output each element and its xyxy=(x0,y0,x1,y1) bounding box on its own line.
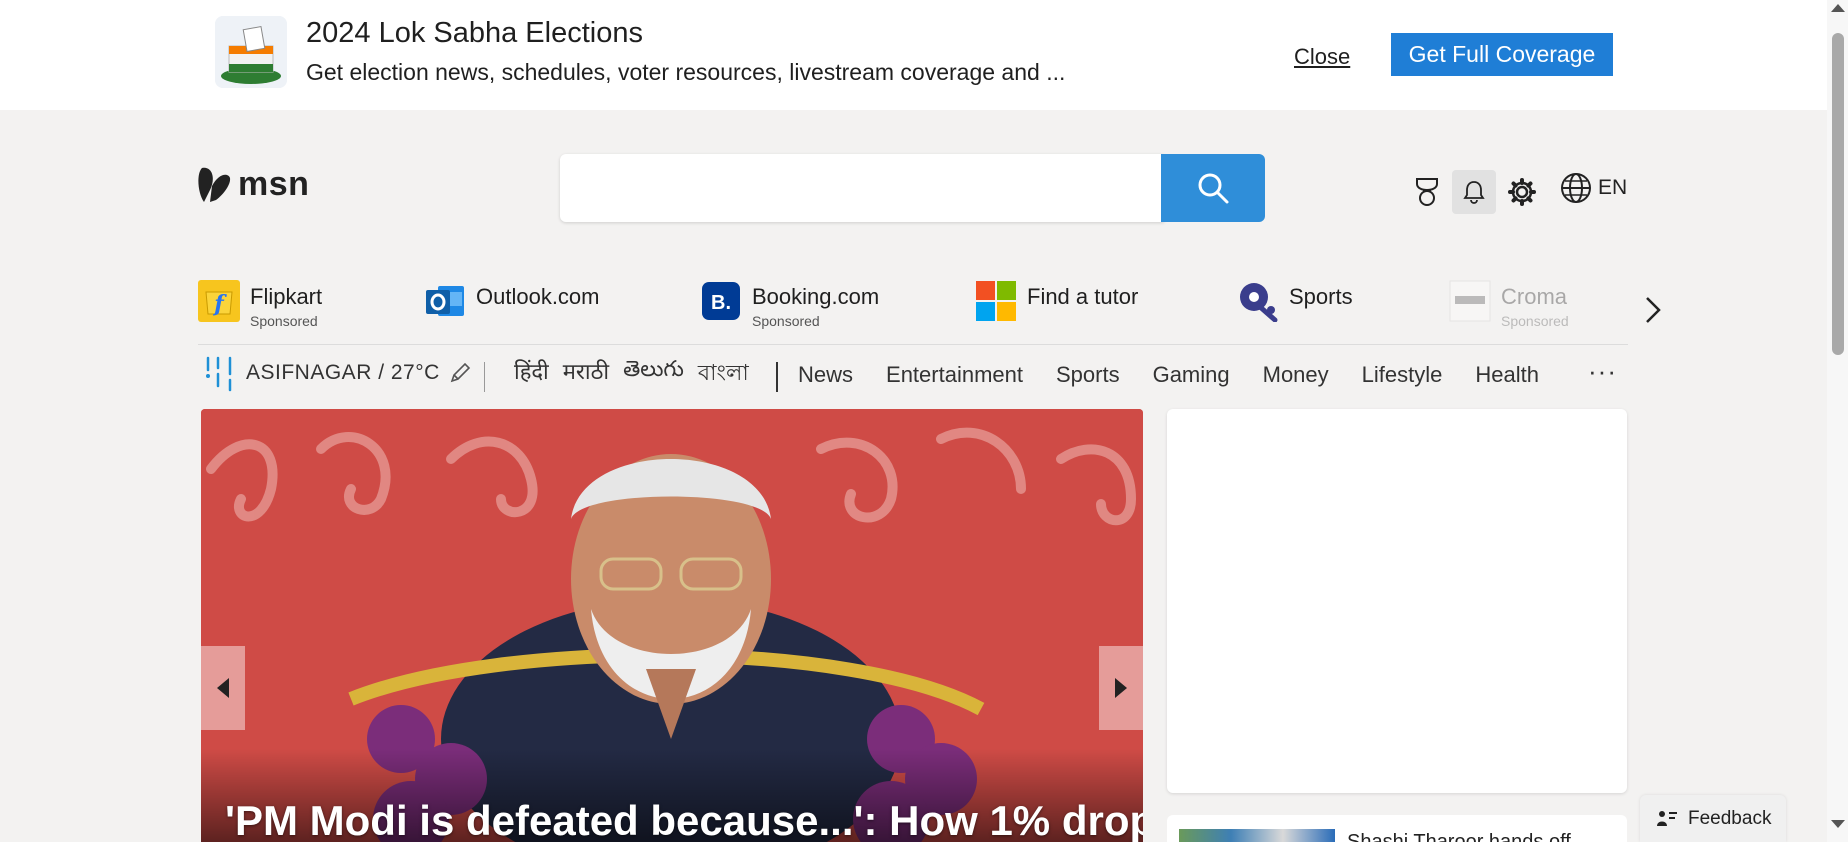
carousel-next-button[interactable] xyxy=(1099,646,1143,730)
svg-text:B.: B. xyxy=(711,292,731,314)
rewards-icon[interactable] xyxy=(1405,170,1449,214)
caret-right-icon xyxy=(1115,678,1127,698)
nav-items: News Entertainment Sports Gaming Money L… xyxy=(798,362,1572,388)
search-button[interactable] xyxy=(1161,154,1265,222)
msn-logo[interactable]: msn xyxy=(198,164,309,204)
quicklink-label: Outlook.com xyxy=(476,284,600,309)
hero-image xyxy=(201,409,1143,842)
sports-icon xyxy=(1240,283,1278,322)
scroll-down-arrow-icon[interactable] xyxy=(1831,820,1845,828)
sponsored-tag: Sponsored xyxy=(1501,313,1569,329)
quicklink-label: Croma xyxy=(1501,284,1568,309)
bell-icon[interactable] xyxy=(1452,170,1496,214)
nav-item-health[interactable]: Health xyxy=(1475,362,1539,388)
separator xyxy=(484,362,485,392)
search-input[interactable] xyxy=(560,154,1164,222)
banner-subtitle: Get election news, schedules, voter reso… xyxy=(306,59,1066,85)
quicklink-flipkart[interactable]: f Flipkart Sponsored xyxy=(198,280,322,328)
nav-item-gaming[interactable]: Gaming xyxy=(1153,362,1230,388)
language-selector[interactable]: EN xyxy=(1560,172,1627,204)
quicklink-find-a-tutor[interactable]: Find a tutor xyxy=(975,280,1138,322)
quicklink-booking[interactable]: B. Booking.com Sponsored xyxy=(700,280,879,328)
pencil-icon[interactable] xyxy=(448,361,472,385)
nav-item-money[interactable]: Money xyxy=(1263,362,1329,388)
outlook-icon xyxy=(426,286,464,316)
scroll-up-arrow-icon[interactable] xyxy=(1831,4,1845,12)
quicklink-label: Sports xyxy=(1289,284,1353,309)
scroll-thumb[interactable] xyxy=(1832,33,1844,355)
language-link-telugu[interactable]: తెలుగు xyxy=(623,356,684,393)
sponsored-tag: Sponsored xyxy=(250,313,318,329)
croma-icon xyxy=(1449,280,1491,322)
rain-icon xyxy=(206,356,232,392)
weather-widget[interactable]: ASIFNAGAR / 27°C xyxy=(204,354,472,392)
nav-item-entertainment[interactable]: Entertainment xyxy=(886,362,1023,388)
ballot-box-icon xyxy=(215,16,287,88)
caret-left-icon xyxy=(217,678,229,698)
nav-item-sports[interactable]: Sports xyxy=(1056,362,1120,388)
election-banner: 2024 Lok Sabha Elections Get election ne… xyxy=(0,0,1827,110)
language-code: EN xyxy=(1598,176,1628,199)
language-link-marathi[interactable]: मराठी xyxy=(563,356,609,393)
hero-headline[interactable]: 'PM Modi is defeated because...': How 1%… xyxy=(225,797,1143,842)
news-card[interactable]: Shashi Tharoor hands off xyxy=(1167,815,1627,842)
hero-carousel[interactable]: 'PM Modi is defeated because...': How 1%… xyxy=(201,409,1143,842)
language-links: हिंदी मराठी తెలుగు বাংলা xyxy=(514,356,749,393)
feedback-label: Feedback xyxy=(1688,807,1772,829)
nav-item-lifestyle[interactable]: Lifestyle xyxy=(1362,362,1443,388)
microsoft-icon xyxy=(976,281,1016,321)
weather-location-temp: ASIFNAGAR / 27°C xyxy=(246,361,440,384)
language-link-bengali[interactable]: বাংলা xyxy=(698,356,749,393)
globe-icon xyxy=(1561,173,1591,203)
carousel-prev-button[interactable] xyxy=(201,646,245,730)
vertical-scrollbar[interactable] xyxy=(1827,0,1848,842)
butterfly-icon xyxy=(198,167,231,202)
ad-panel xyxy=(1167,409,1627,793)
quicklink-label: Find a tutor xyxy=(1027,284,1139,309)
search-icon xyxy=(1198,173,1229,204)
banner-title: 2024 Lok Sabha Elections xyxy=(306,17,643,49)
get-full-coverage-button[interactable]: Get Full Coverage xyxy=(1391,33,1613,76)
quicklink-croma[interactable]: Croma Sponsored xyxy=(1449,280,1569,328)
logo-text: msn xyxy=(238,164,310,203)
more-menu-button[interactable]: ··· xyxy=(1588,356,1617,387)
chevron-right-icon[interactable] xyxy=(1641,292,1665,328)
quicklink-outlook[interactable]: Outlook.com xyxy=(424,280,600,322)
quicklink-sports[interactable]: Sports xyxy=(1237,280,1353,322)
news-card-title: Shashi Tharoor hands off xyxy=(1347,831,1571,842)
quicklink-label: Flipkart xyxy=(250,284,323,309)
feedback-button[interactable]: Feedback xyxy=(1640,795,1786,842)
quicklinks-bar: f Flipkart Sponsored Outlook.com B. Book… xyxy=(198,280,1628,344)
separator xyxy=(776,362,778,392)
divider xyxy=(198,344,1628,345)
news-thumbnail xyxy=(1179,829,1335,842)
gear-icon[interactable] xyxy=(1500,170,1544,214)
sponsored-tag: Sponsored xyxy=(752,313,820,329)
booking-icon: B. xyxy=(702,282,740,320)
quicklink-label: Booking.com xyxy=(752,284,880,309)
category-nav: ASIFNAGAR / 27°C हिंदी मराठी తెలుగు বাংল… xyxy=(198,354,1630,396)
nav-item-news[interactable]: News xyxy=(798,362,853,388)
flipkart-icon: f xyxy=(198,280,240,322)
banner-close-link[interactable]: Close xyxy=(1294,44,1350,70)
language-link-hindi[interactable]: हिंदी xyxy=(514,356,549,393)
feedback-icon xyxy=(1657,810,1677,826)
